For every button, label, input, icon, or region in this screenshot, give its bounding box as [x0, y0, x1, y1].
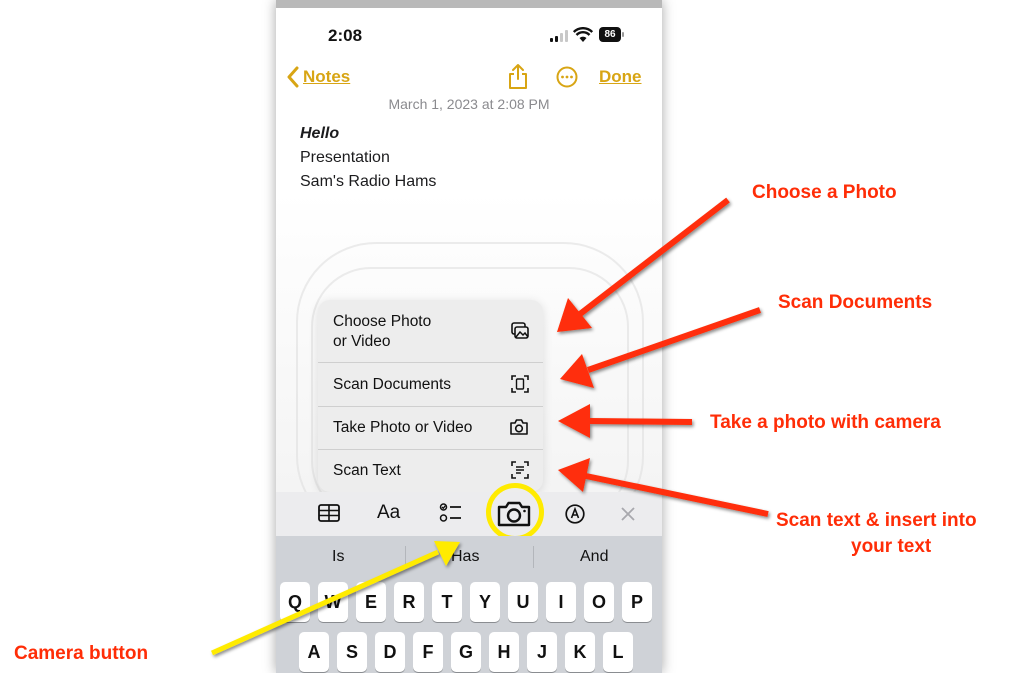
- arrow-choose-photo: [557, 197, 730, 332]
- annotation-scan-text-line2: your text: [851, 536, 932, 557]
- annotation-scan-text-line1: Scan text & insert into: [776, 510, 977, 531]
- arrow-scan-text: [558, 458, 769, 517]
- arrow-camera-button: [210, 541, 460, 656]
- annotation-choose-photo: Choose a Photo: [752, 182, 897, 203]
- arrow-take-photo: [558, 404, 693, 438]
- arrow-scan-documents: [560, 307, 761, 388]
- annotation-arrows: [210, 197, 769, 656]
- annotation-camera-button: Camera button: [14, 643, 149, 664]
- annotation-take-photo: Take a photo with camera: [710, 412, 941, 433]
- annotation-scan-documents: Scan Documents: [778, 292, 933, 313]
